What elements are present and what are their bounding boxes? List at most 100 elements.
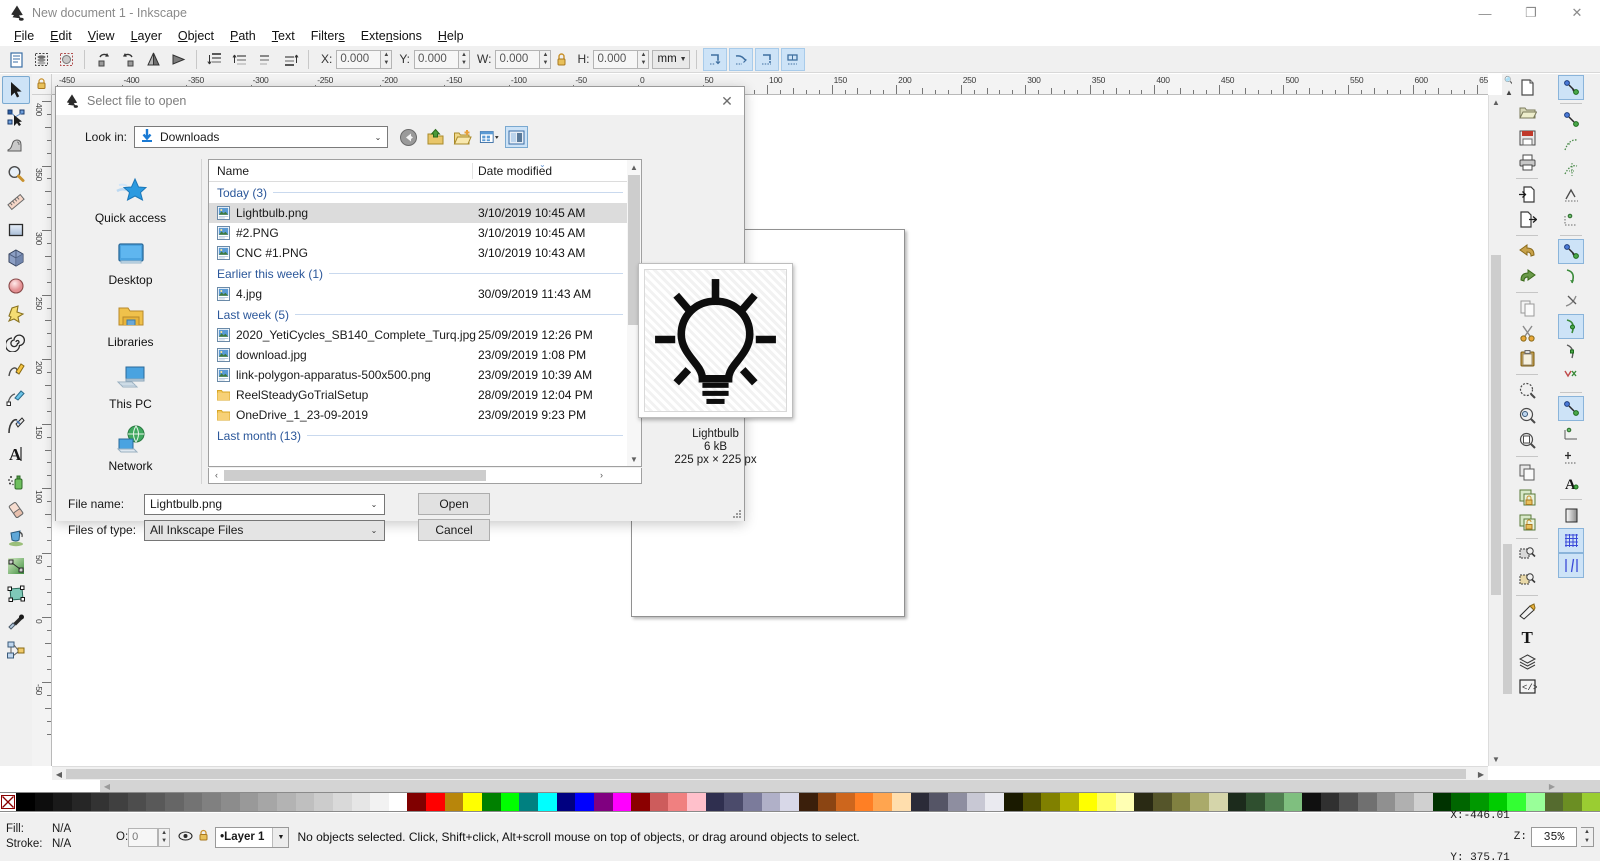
flip-horizontal-icon[interactable] bbox=[141, 48, 165, 71]
palette-swatch[interactable] bbox=[463, 793, 483, 811]
menu-path[interactable]: Path bbox=[222, 27, 264, 45]
node-tool[interactable] bbox=[2, 104, 30, 132]
menu-extensions[interactable]: Extensions bbox=[353, 27, 430, 45]
palette-swatch[interactable] bbox=[1395, 793, 1415, 811]
snap-node-category-icon[interactable] bbox=[1558, 396, 1584, 421]
place-desktop[interactable]: Desktop bbox=[81, 235, 181, 291]
xml-editor-icon[interactable]: </> bbox=[1514, 674, 1540, 699]
palette-swatch[interactable] bbox=[482, 793, 501, 811]
snap-object-center-icon[interactable] bbox=[1558, 421, 1584, 446]
copy-icon[interactable] bbox=[1514, 296, 1540, 321]
snap-page-icon[interactable] bbox=[1558, 503, 1584, 528]
palette-swatch[interactable] bbox=[351, 793, 371, 811]
palette-swatch[interactable] bbox=[854, 793, 874, 811]
snap-cusp-node-icon[interactable] bbox=[1558, 182, 1584, 207]
dialog-close-button[interactable]: ✕ bbox=[710, 87, 744, 115]
place-quick-access[interactable]: Quick access bbox=[81, 173, 181, 229]
cancel-button[interactable]: Cancel bbox=[418, 519, 490, 541]
palette-swatch[interactable] bbox=[575, 793, 594, 811]
text-dialog-icon[interactable]: T bbox=[1514, 624, 1540, 649]
palette-swatch[interactable] bbox=[742, 793, 762, 811]
scroll-left-icon[interactable]: ‹ bbox=[209, 468, 224, 482]
zoom-drawing-icon[interactable] bbox=[1514, 403, 1540, 428]
y-field-value[interactable]: 0.000 bbox=[414, 49, 459, 69]
rectangle-tool[interactable] bbox=[2, 216, 30, 244]
zoom-tool[interactable] bbox=[2, 160, 30, 188]
palette-swatch[interactable] bbox=[985, 793, 1004, 811]
file-row[interactable]: Lightbulb.png 3/10/2019 10:45 AM bbox=[209, 203, 627, 223]
cut-icon[interactable] bbox=[1514, 321, 1540, 346]
file-list-body[interactable]: Today (3) Lightbulb.png 3/10/2019 10:45 AM… bbox=[209, 182, 627, 466]
palette-swatch[interactable] bbox=[34, 793, 54, 811]
palette-swatch[interactable] bbox=[1227, 793, 1247, 811]
palette-swatch[interactable] bbox=[53, 793, 72, 811]
palette-scrollbar[interactable]: ◀ ▶ bbox=[0, 780, 1600, 792]
palette-swatch[interactable] bbox=[1283, 793, 1303, 811]
scroll-right-icon[interactable]: ▶ bbox=[1474, 767, 1488, 781]
file-row[interactable]: link-polygon-apparatus-500x500.png 23/09/… bbox=[209, 365, 627, 385]
scroll-down-icon[interactable]: ▼ bbox=[1489, 752, 1503, 766]
palette-swatch[interactable] bbox=[183, 793, 203, 811]
mesh-tool[interactable] bbox=[2, 580, 30, 608]
ruler-corner-lock[interactable] bbox=[32, 74, 52, 95]
file-row[interactable]: download.jpg 23/09/2019 1:08 PM bbox=[209, 345, 627, 365]
menu-object[interactable]: Object bbox=[170, 27, 222, 45]
resize-grip[interactable] bbox=[730, 507, 742, 519]
snap-node-icon[interactable] bbox=[1558, 107, 1584, 132]
scroll-up-icon[interactable]: ▲ bbox=[627, 160, 641, 174]
opacity-value[interactable]: 0 bbox=[128, 827, 159, 847]
menu-filters[interactable]: Filters bbox=[303, 27, 353, 45]
x-field[interactable]: 0.000 ▲ ▼ bbox=[336, 49, 393, 69]
palette-swatch[interactable] bbox=[165, 793, 184, 811]
save-icon[interactable] bbox=[1514, 125, 1540, 150]
raise-to-top-icon[interactable] bbox=[203, 48, 227, 71]
palette-swatch[interactable] bbox=[836, 793, 855, 811]
scrollbar-thumb-h[interactable] bbox=[66, 769, 1466, 779]
palette-swatch[interactable] bbox=[314, 793, 333, 811]
snap-text-anchor-icon[interactable]: A bbox=[1558, 471, 1584, 496]
open-button[interactable]: Open bbox=[418, 493, 490, 515]
menu-text[interactable]: Text bbox=[264, 27, 303, 45]
file-list[interactable]: Name Date modified ⌄ Today (3) Lightbulb.… bbox=[208, 159, 627, 467]
palette-swatch[interactable] bbox=[761, 793, 781, 811]
tweak-tool[interactable] bbox=[2, 132, 30, 160]
palette-swatch[interactable] bbox=[1414, 793, 1433, 811]
lookin-combobox[interactable]: Downloads ⌄ bbox=[134, 126, 388, 148]
rotate-cw-90-icon[interactable] bbox=[116, 48, 140, 71]
duplicate-icon[interactable] bbox=[1514, 460, 1540, 485]
print-icon[interactable] bbox=[1514, 150, 1540, 175]
palette-swatch[interactable] bbox=[1097, 793, 1116, 811]
color-palette[interactable] bbox=[0, 792, 1600, 812]
up-one-level-button[interactable] bbox=[424, 126, 447, 148]
view-menu-button[interactable] bbox=[478, 126, 501, 148]
palette-swatch[interactable] bbox=[948, 793, 967, 811]
deselect-icon[interactable] bbox=[54, 48, 78, 71]
palette-swatch[interactable] bbox=[1376, 793, 1396, 811]
vertical-ruler[interactable]: 400 350 300 250 200 150 100 50 0 -50 bbox=[32, 95, 52, 766]
snap-page-border-icon[interactable] bbox=[1558, 446, 1584, 471]
width-field-value[interactable]: 0.000 bbox=[495, 49, 540, 69]
width-field[interactable]: 0.000 ▲ ▼ bbox=[495, 49, 552, 69]
menu-view[interactable]: View bbox=[80, 27, 123, 45]
palette-swatch[interactable] bbox=[668, 793, 688, 811]
box3d-tool[interactable] bbox=[2, 244, 30, 272]
selector-tool[interactable] bbox=[2, 76, 30, 104]
pen-tool[interactable] bbox=[2, 384, 30, 412]
palette-swatch[interactable] bbox=[687, 793, 706, 811]
undo-icon[interactable] bbox=[1514, 239, 1540, 264]
palette-swatch[interactable] bbox=[332, 793, 352, 811]
file-row[interactable]: #2.PNG 3/10/2019 10:45 AM bbox=[209, 223, 627, 243]
palette-swatch[interactable] bbox=[537, 793, 557, 811]
palette-swatch[interactable] bbox=[1339, 793, 1359, 811]
object-align-icon[interactable] bbox=[1514, 567, 1540, 592]
palette-swatch[interactable] bbox=[519, 793, 538, 811]
palette-swatch[interactable] bbox=[612, 793, 632, 811]
snap-path-icon[interactable] bbox=[1558, 132, 1584, 157]
redo-icon[interactable] bbox=[1514, 264, 1540, 289]
palette-swatch[interactable] bbox=[1302, 793, 1321, 811]
palette-swatch[interactable] bbox=[649, 793, 669, 811]
palette-swatch[interactable] bbox=[1134, 793, 1154, 811]
chevron-down-icon[interactable]: ⌄ bbox=[364, 500, 384, 509]
palette-swatch[interactable] bbox=[910, 793, 930, 811]
snap-object-icon[interactable] bbox=[1558, 239, 1584, 264]
